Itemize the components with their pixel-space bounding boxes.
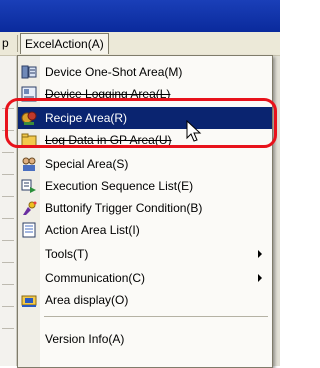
menu-item-communication[interactable]: Communication(C) xyxy=(18,267,272,289)
mouse-pointer-icon xyxy=(186,120,202,142)
submenu-arrow-icon xyxy=(258,250,262,258)
menu-item-label: Device One-Shot Area(M) xyxy=(45,65,183,79)
menu-item-action-area-list[interactable]: Action Area List(I) xyxy=(18,219,272,241)
menu-item-special-area[interactable]: Special Area(S) xyxy=(18,153,272,175)
menu-item-label: Area display(O) xyxy=(45,293,129,307)
submenu-arrow-icon xyxy=(258,274,262,282)
menu-item-label: Communication(C) xyxy=(45,271,146,285)
menu-item-label: Buttonify Trigger Condition(B) xyxy=(45,201,203,215)
menu-item-area-display[interactable]: Area display(O) xyxy=(18,289,272,311)
menu-item-label: Tools(T) xyxy=(45,247,89,261)
menu-item-device-oneshot-area[interactable]: Device One-Shot Area(M) xyxy=(18,61,272,83)
recipe-area-callout-ring xyxy=(5,98,277,148)
menu-item-label: Version Info(A) xyxy=(45,332,125,346)
special-area-icon xyxy=(21,156,37,172)
window-titlebar xyxy=(0,0,280,32)
menu-item-buttonify-trigger[interactable]: Buttonify Trigger Condition(B) xyxy=(18,197,272,219)
menu-fragment[interactable]: p xyxy=(0,32,16,55)
menu-excelaction[interactable]: ExcelAction(A) xyxy=(20,33,109,54)
menu-item-label: Special Area(S) xyxy=(45,157,129,171)
menu-bar: p ExcelAction(A) xyxy=(0,32,280,56)
area-display-icon xyxy=(21,292,37,308)
menu-item-version-info[interactable]: Version Info(A) xyxy=(18,328,272,350)
action-area-list-icon xyxy=(21,222,37,238)
buttonify-icon xyxy=(21,200,37,216)
menu-divider xyxy=(17,35,18,52)
menu-item-tools[interactable]: Tools(T) xyxy=(18,243,272,265)
device-oneshot-icon xyxy=(21,64,37,80)
menu-item-label: Execution Sequence List(E) xyxy=(45,179,194,193)
execution-sequence-icon xyxy=(21,178,37,194)
menu-item-execution-sequence-list[interactable]: Execution Sequence List(E) xyxy=(18,175,272,197)
menu-separator xyxy=(44,316,268,317)
menu-item-label: Action Area List(I) xyxy=(45,223,140,237)
